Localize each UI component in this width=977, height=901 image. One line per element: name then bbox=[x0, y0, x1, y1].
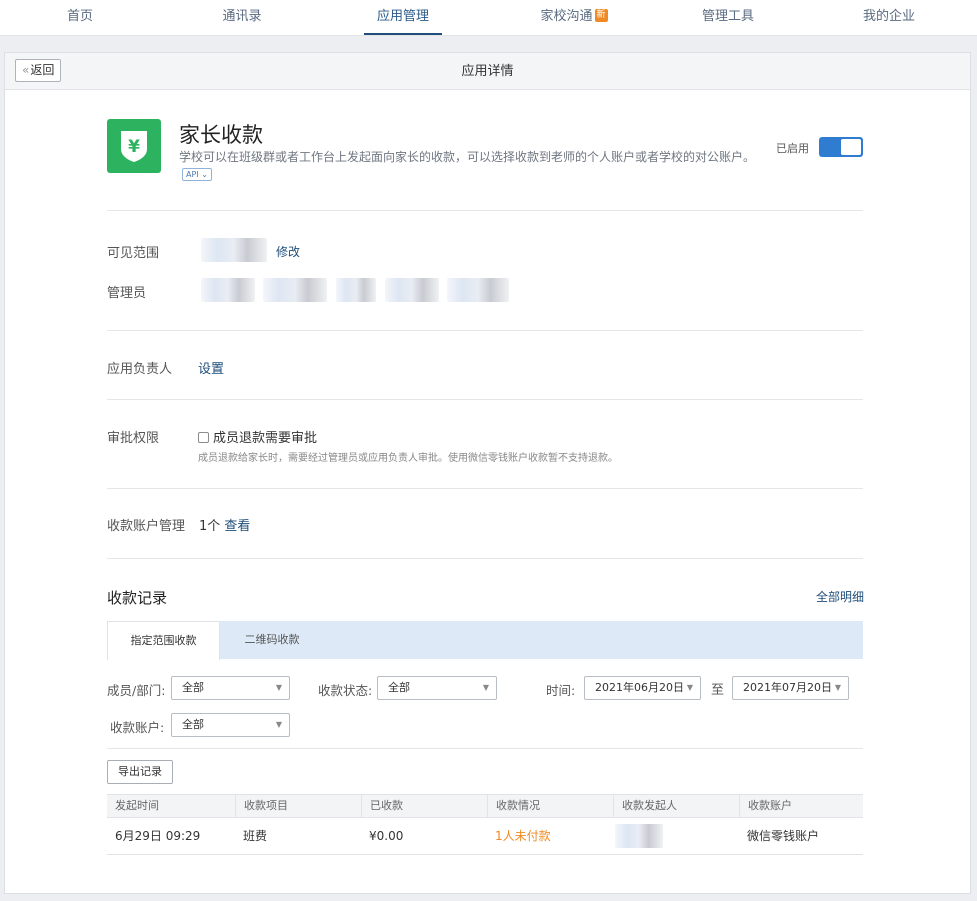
tab-qr-collection[interactable]: 二维码收款 bbox=[220, 621, 324, 659]
cell-status[interactable]: 1人未付款 bbox=[487, 818, 613, 854]
admin-avatar bbox=[263, 278, 327, 302]
caret-down-icon: ▼ bbox=[482, 683, 489, 692]
refund-approval-checkbox[interactable] bbox=[198, 432, 209, 443]
caret-down-icon: ▼ bbox=[275, 720, 282, 729]
admin-avatar bbox=[385, 278, 439, 302]
nav-item-contacts[interactable]: 通讯录 bbox=[202, 0, 282, 36]
caret-down-icon: ▼ bbox=[686, 683, 693, 692]
nav-item-home-school[interactable]: 家校沟通新 bbox=[524, 0, 624, 36]
new-badge: 新 bbox=[594, 9, 608, 22]
divider bbox=[107, 399, 863, 400]
status-select[interactable]: 全部 ▼ bbox=[377, 676, 497, 700]
account-select[interactable]: 全部 ▼ bbox=[171, 713, 290, 737]
status-label: 已启用 bbox=[776, 142, 809, 155]
nav-item-management-tools[interactable]: 管理工具 bbox=[688, 0, 768, 36]
admin-avatar bbox=[447, 278, 509, 302]
caret-down-icon: ▼ bbox=[275, 683, 282, 692]
initiator-avatar bbox=[615, 824, 663, 848]
table-row[interactable]: 6月29日 09:29 班费 ¥0.00 1人未付款 微信零钱账户 bbox=[107, 818, 863, 855]
chevron-down-icon: ⌄ bbox=[201, 170, 208, 179]
svg-text:¥: ¥ bbox=[128, 137, 140, 157]
cell-received: ¥0.00 bbox=[369, 829, 404, 843]
divider bbox=[107, 210, 863, 211]
divider bbox=[107, 330, 863, 331]
modify-scope-link[interactable]: 修改 bbox=[276, 243, 300, 260]
cell-time: 6月29日 09:29 bbox=[115, 829, 201, 843]
divider bbox=[107, 748, 863, 749]
page-title: 应用详情 bbox=[461, 64, 514, 79]
toggle-knob bbox=[841, 139, 861, 155]
column-header: 收款账户 bbox=[739, 795, 863, 817]
app-description: 学校可以在班级群或者工作台上发起面向家长的收款，可以选择收款到老师的个人账户或者… bbox=[179, 150, 756, 181]
records-title: 收款记录 bbox=[107, 589, 168, 607]
admin-avatar bbox=[336, 278, 376, 302]
status-filter-label: 收款状态: bbox=[318, 683, 373, 698]
app-icon: ¥ bbox=[107, 119, 161, 173]
all-detail-link[interactable]: 全部明细 bbox=[816, 588, 864, 605]
app-name: 家长收款 bbox=[179, 123, 263, 147]
cell-item: 班费 bbox=[243, 829, 268, 843]
export-records-button[interactable]: 导出记录 bbox=[107, 760, 173, 784]
records-table-header: 发起时间 收款项目 已收款 收款情况 收款发起人 收款账户 bbox=[107, 794, 863, 818]
records-tab-bar: 指定范围收款 二维码收款 bbox=[107, 621, 863, 660]
approval-hint: 成员退款给家长时，需要经过管理员或应用负责人审批。使用微信零钱账户收款暂不支持退… bbox=[198, 453, 618, 464]
app-detail-panel: 应用详情 «返回 ¥ 家长收款 学校可以在班级群或者工作台上发起面向家长的收款，… bbox=[4, 52, 971, 894]
column-header: 收款发起人 bbox=[613, 795, 739, 817]
enable-toggle[interactable] bbox=[819, 137, 863, 157]
divider bbox=[107, 558, 863, 559]
caret-down-icon: ▼ bbox=[834, 683, 841, 692]
double-chevron-left-icon: « bbox=[22, 63, 30, 77]
back-button[interactable]: «返回 bbox=[15, 59, 62, 82]
column-header: 已收款 bbox=[361, 795, 487, 817]
admin-avatar bbox=[201, 278, 255, 302]
scope-member-avatar bbox=[201, 238, 267, 262]
column-header: 发起时间 bbox=[115, 799, 159, 812]
admin-label: 管理员 bbox=[107, 286, 147, 301]
date-to-select[interactable]: 2021年07月20日 ▼ bbox=[732, 676, 849, 700]
tab-scoped-collection[interactable]: 指定范围收款 bbox=[107, 621, 220, 660]
member-filter-label: 成员/部门: bbox=[107, 683, 166, 698]
date-range-separator: 至 bbox=[711, 683, 725, 698]
cell-initiator bbox=[613, 818, 739, 854]
cell-account: 微信零钱账户 bbox=[747, 829, 820, 843]
nav-item-app-management[interactable]: 应用管理 bbox=[364, 0, 442, 36]
top-nav: 首页 通讯录 应用管理 家校沟通新 管理工具 我的企业 bbox=[0, 0, 977, 36]
nav-item-my-company[interactable]: 我的企业 bbox=[849, 0, 929, 36]
panel-header: 应用详情 «返回 bbox=[5, 53, 970, 90]
member-select[interactable]: 全部 ▼ bbox=[171, 676, 290, 700]
account-management-label: 收款账户管理 bbox=[107, 519, 186, 534]
time-filter-label: 时间: bbox=[546, 683, 576, 698]
owner-label: 应用负责人 bbox=[107, 362, 173, 377]
api-tag[interactable]: API ⌄ bbox=[182, 168, 212, 181]
active-tab-underline bbox=[364, 33, 442, 35]
approval-label: 审批权限 bbox=[107, 431, 160, 446]
account-count: 1个 查看 bbox=[199, 519, 251, 534]
date-from-select[interactable]: 2021年06月20日 ▼ bbox=[584, 676, 701, 700]
refund-approval-label[interactable]: 成员退款需要审批 bbox=[213, 427, 317, 446]
divider bbox=[107, 488, 863, 489]
nav-item-home[interactable]: 首页 bbox=[40, 0, 120, 36]
column-header: 收款项目 bbox=[235, 795, 361, 817]
account-filter-label: 收款账户: bbox=[110, 720, 165, 735]
column-header: 收款情况 bbox=[487, 795, 613, 817]
view-accounts-link[interactable]: 查看 bbox=[224, 519, 250, 534]
yuan-shield-icon: ¥ bbox=[121, 131, 147, 162]
set-owner-link[interactable]: 设置 bbox=[198, 358, 224, 377]
visible-scope-label: 可见范围 bbox=[107, 246, 160, 261]
